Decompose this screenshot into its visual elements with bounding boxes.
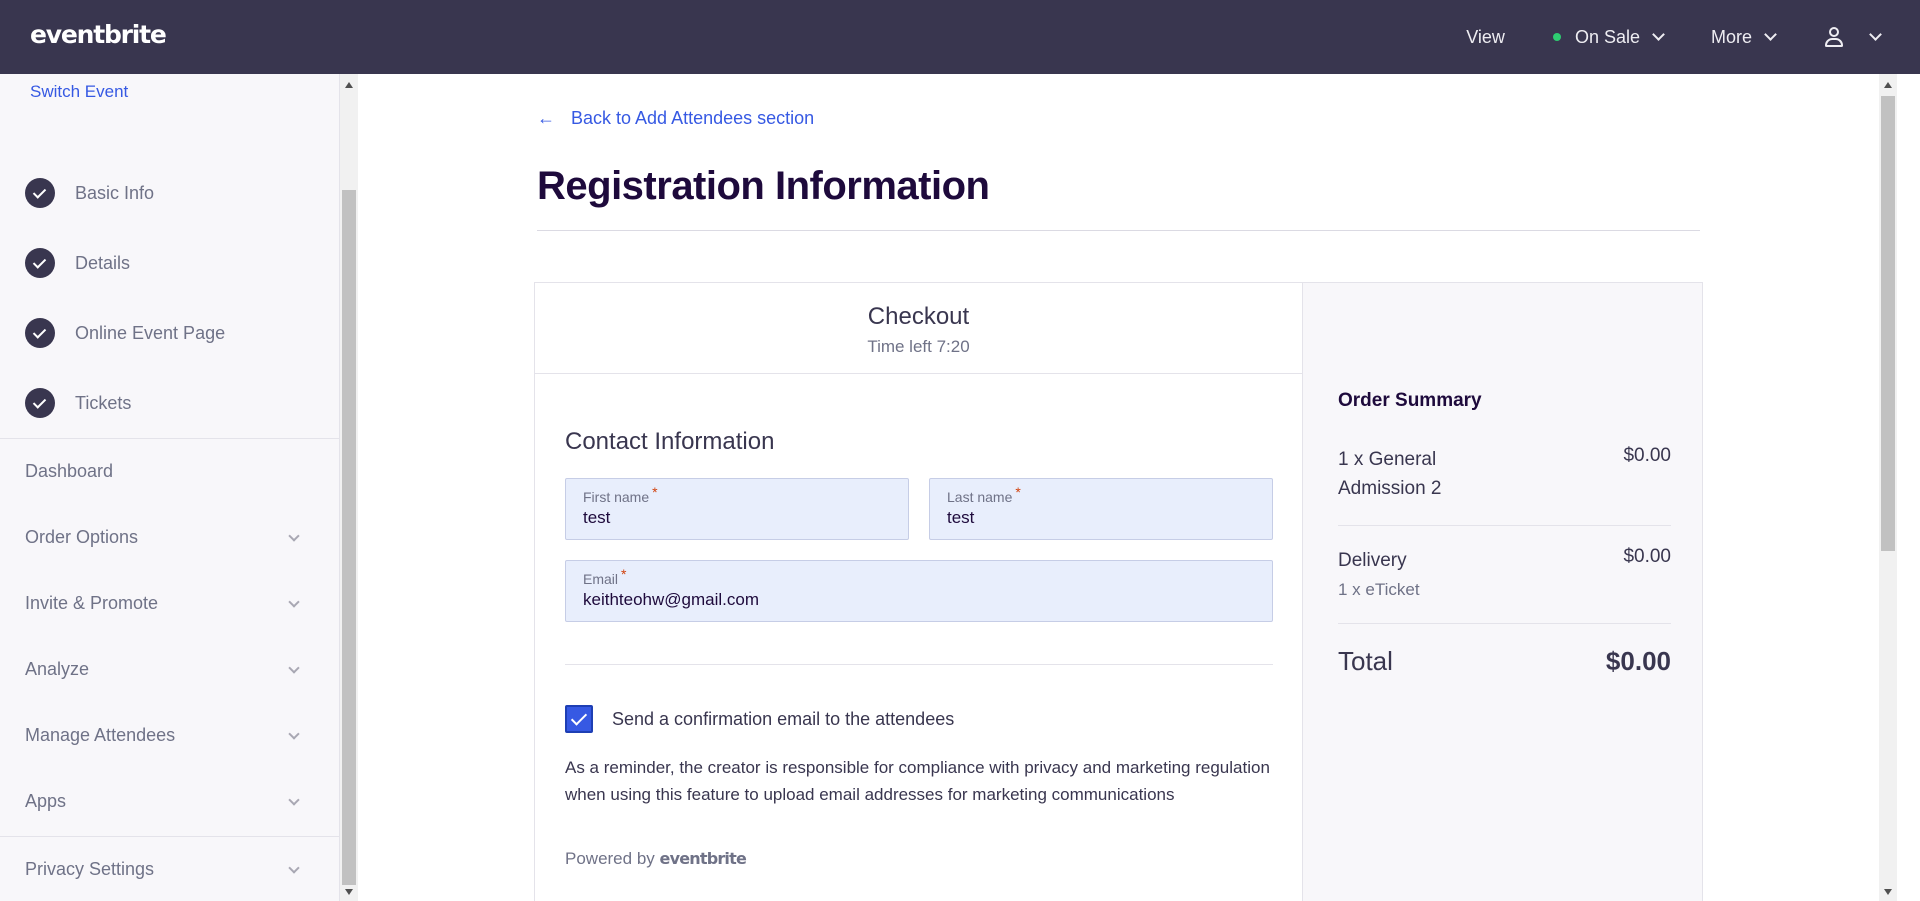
step-online-event-page[interactable]: Online Event Page (25, 318, 225, 348)
order-summary-divider (1338, 623, 1671, 624)
step-tickets[interactable]: Tickets (25, 388, 131, 418)
last-name-value: test (947, 508, 975, 527)
sidebar-item-label: Privacy Settings (25, 859, 155, 879)
last-name-field[interactable]: Last name * test (929, 478, 1273, 540)
sidebar-item-analyze[interactable]: Analyze (25, 659, 310, 680)
sidebar-item-dashboard[interactable]: Dashboard (25, 461, 310, 482)
step-label: Online Event Page (75, 322, 226, 343)
eventbrite-logo: eventbrite (659, 849, 747, 868)
email-field[interactable]: Email * keithteohw@gmail.com (565, 560, 1273, 622)
checkout-timer: Time left 7:20 (867, 337, 970, 356)
back-link-label: Back to Add Attendees section (571, 108, 815, 128)
switch-event-link[interactable]: Switch Event (30, 82, 128, 102)
scroll-down-icon[interactable] (345, 889, 353, 895)
sidebar-item-invite-promote[interactable]: Invite & Promote (25, 593, 310, 614)
last-name-label: Last name * (947, 484, 1021, 505)
first-name-label: First name * (583, 484, 658, 505)
email-value: keithteohw@gmail.com (583, 590, 759, 609)
eventbrite-logo[interactable]: eventbrite (30, 20, 167, 49)
sidebar-divider (0, 438, 340, 439)
scroll-up-icon[interactable] (345, 82, 353, 88)
order-item-price: $0.00 (1623, 445, 1671, 466)
form-divider (565, 664, 1273, 665)
more-dropdown[interactable]: More (1710, 26, 1777, 48)
order-summary-divider (1338, 525, 1671, 526)
sidebar-item-apps[interactable]: Apps (25, 791, 310, 812)
first-name-value: test (583, 508, 611, 527)
step-label: Details (75, 252, 131, 273)
check-circle-icon (25, 178, 55, 208)
powered-by: Powered by eventbrite (565, 849, 747, 868)
sidebar-scrollbar-thumb[interactable] (342, 190, 356, 885)
order-summary-title: Order Summary (1338, 390, 1482, 411)
arrow-left-icon: ← (537, 108, 555, 128)
status-label: On Sale (1574, 26, 1640, 47)
main-scrollbar-thumb[interactable] (1881, 96, 1895, 551)
more-label: More (1710, 26, 1752, 47)
sidebar-item-privacy-settings[interactable]: Privacy Settings (25, 859, 310, 880)
sidebar-item-label: Invite & Promote (25, 593, 159, 613)
status-dropdown[interactable]: On Sale (1552, 26, 1665, 48)
total-row: Total $0.00 (1338, 646, 1671, 677)
sidebar-item-label: Dashboard (25, 461, 114, 481)
confirmation-email-checkbox[interactable] (565, 705, 593, 733)
check-circle-icon (25, 388, 55, 418)
page-title: Registration Information (537, 164, 990, 208)
sidebar-item-label: Manage Attendees (25, 725, 176, 745)
main-scrollbar[interactable] (1879, 74, 1897, 901)
total-label: Total (1338, 646, 1393, 676)
top-nav: View On Sale More (1418, 0, 1882, 74)
email-label: Email * (583, 566, 627, 587)
title-divider (537, 230, 1700, 231)
chevron-down-icon (288, 529, 300, 542)
step-details[interactable]: Details (25, 248, 130, 278)
view-label: View (1466, 26, 1505, 47)
sidebar: Switch Event Basic Info Details Online E… (0, 74, 340, 901)
sidebar-item-label: Order Options (25, 527, 139, 547)
chevron-down-icon (288, 793, 300, 806)
chevron-down-icon (1764, 28, 1777, 41)
chevron-down-icon (288, 661, 300, 674)
chevron-down-icon (288, 595, 300, 608)
checkout-form: Checkout Time left 7:20 Contact Informat… (535, 283, 1302, 901)
back-to-attendees-link[interactable]: ← Back to Add Attendees section (537, 108, 814, 129)
step-label: Basic Info (75, 182, 155, 203)
account-menu[interactable] (1823, 26, 1882, 48)
order-summary-panel: Order Summary 1 x General Admission 2 $0… (1302, 283, 1702, 901)
step-label: Tickets (75, 392, 132, 413)
delivery-label: Delivery (1338, 550, 1407, 571)
status-dot-icon (1552, 33, 1561, 41)
delivery-price: $0.00 (1623, 546, 1671, 567)
view-link[interactable]: View (1466, 27, 1505, 48)
chevron-down-icon (1652, 28, 1665, 41)
check-circle-icon (25, 248, 55, 278)
sidebar-item-label: Analyze (25, 659, 90, 679)
sidebar-item-order-options[interactable]: Order Options (25, 527, 310, 548)
contact-information-heading: Contact Information (565, 428, 775, 455)
scroll-down-icon[interactable] (1884, 889, 1892, 895)
check-circle-icon (25, 318, 55, 348)
scroll-up-icon[interactable] (1884, 82, 1892, 88)
order-item-description: 1 x General Admission 2 (1338, 449, 1442, 499)
chevron-down-icon (288, 727, 300, 740)
checkout-card: Checkout Time left 7:20 Contact Informat… (534, 282, 1703, 901)
user-icon (1823, 26, 1845, 48)
sidebar-divider (0, 836, 340, 837)
checkout-divider (535, 373, 1302, 374)
confirmation-email-label[interactable]: Send a confirmation email to the attende… (612, 709, 954, 730)
delivery-row: Delivery 1 x eTicket $0.00 (1338, 546, 1671, 604)
total-price: $0.00 (1605, 646, 1671, 676)
step-basic-info[interactable]: Basic Info (25, 178, 154, 208)
first-name-field[interactable]: First name * test (565, 478, 909, 540)
delivery-method: 1 x eTicket (1338, 580, 1420, 599)
chevron-down-icon (1869, 28, 1882, 41)
compliance-reminder: As a reminder, the creator is responsibl… (565, 758, 1270, 804)
sidebar-item-manage-attendees[interactable]: Manage Attendees (25, 725, 310, 746)
order-item-row: 1 x General Admission 2 $0.00 (1338, 445, 1671, 503)
sidebar-item-label: Apps (25, 791, 67, 811)
chevron-down-icon (288, 861, 300, 874)
sidebar-scrollbar[interactable] (340, 74, 358, 901)
top-bar: eventbrite View On Sale More (0, 0, 1920, 74)
checkout-title: Checkout (867, 303, 970, 330)
